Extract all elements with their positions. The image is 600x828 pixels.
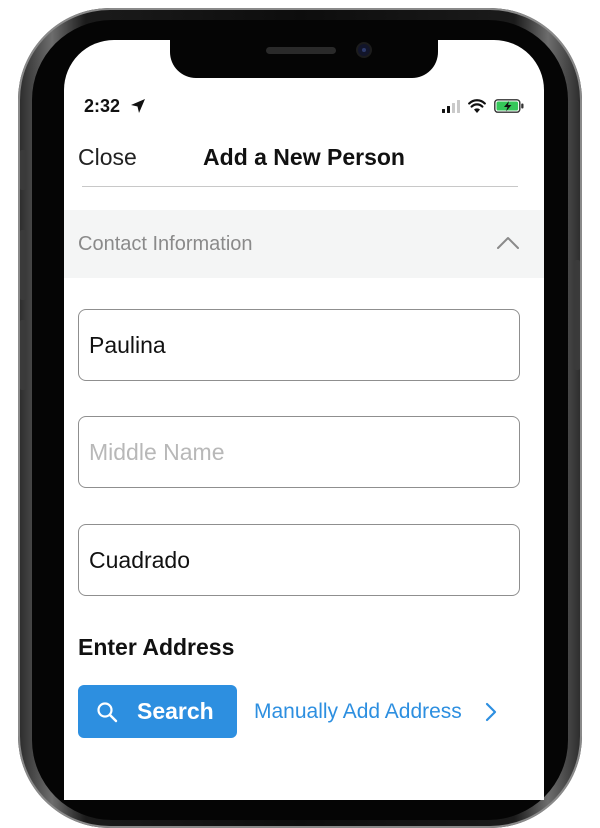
chevron-up-icon xyxy=(497,237,519,249)
cellular-signal-icon xyxy=(442,100,460,113)
chevron-right-icon[interactable] xyxy=(484,702,498,722)
manually-add-address-link[interactable]: Manually Add Address xyxy=(254,700,462,724)
search-icon xyxy=(97,702,118,723)
middle-name-input[interactable] xyxy=(79,417,519,487)
wifi-icon xyxy=(468,99,486,113)
status-bar: 2:32 xyxy=(64,96,544,120)
search-button-label: Search xyxy=(137,698,214,724)
enter-address-heading: Enter Address xyxy=(78,634,235,660)
search-address-button[interactable]: Search xyxy=(78,685,237,738)
nav-divider xyxy=(82,186,518,187)
first-name-input[interactable] xyxy=(79,310,519,380)
first-name-field[interactable] xyxy=(78,309,520,381)
notch xyxy=(170,40,438,78)
battery-charging-icon xyxy=(494,99,524,113)
location-arrow-icon xyxy=(131,99,145,113)
front-camera xyxy=(358,44,370,56)
screen: 2:32 Close Add a New Person Contact Info… xyxy=(64,40,544,800)
last-name-input[interactable] xyxy=(79,525,519,595)
volume-down-button xyxy=(20,320,26,390)
ringer-switch xyxy=(20,150,26,190)
section-title: Contact Information xyxy=(78,233,253,255)
middle-name-field[interactable] xyxy=(78,416,520,488)
contact-information-section-toggle[interactable]: Contact Information xyxy=(64,210,544,278)
speaker-grille xyxy=(266,47,336,54)
page-title: Add a New Person xyxy=(203,144,405,170)
power-button xyxy=(574,260,580,370)
volume-up-button xyxy=(20,230,26,300)
status-time: 2:32 xyxy=(84,96,121,116)
last-name-field[interactable] xyxy=(78,524,520,596)
